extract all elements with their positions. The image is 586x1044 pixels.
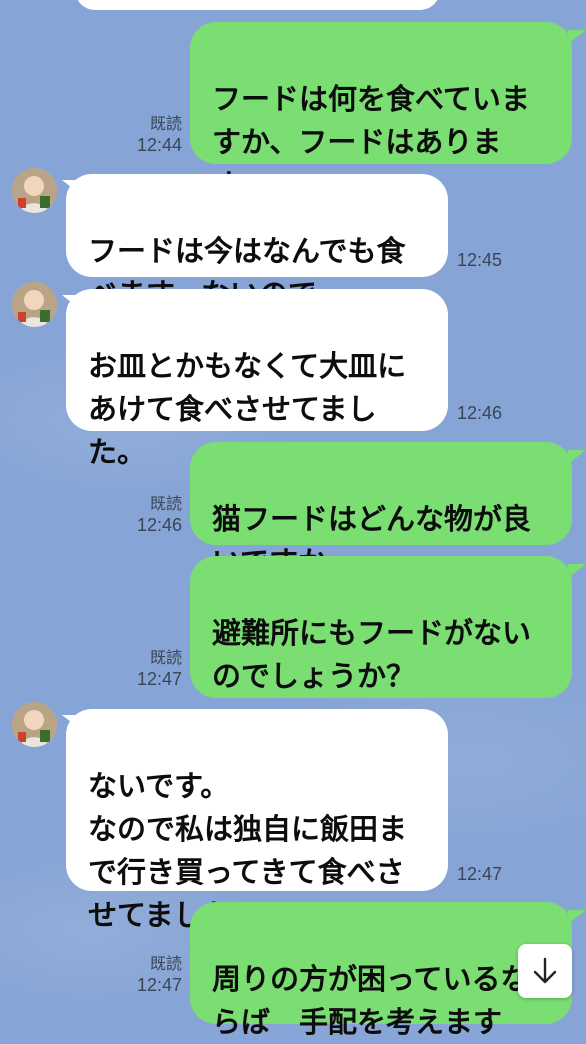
scroll-to-bottom-button[interactable] bbox=[518, 944, 572, 998]
message-time: 12:44 bbox=[136, 135, 182, 155]
outgoing-message[interactable]: 周りの方が困っているな らば 手配を考えます bbox=[190, 902, 572, 1039]
outgoing-message[interactable]: フードは何を食べていま すか、フードはありま す か？お皿は bbox=[190, 22, 572, 245]
contact-avatar[interactable] bbox=[12, 282, 57, 327]
incoming-message[interactable]: お皿とかもなくて大皿に あけて食べさせてまし た。 bbox=[66, 289, 448, 469]
message-meta: 既読 12:47 bbox=[122, 954, 182, 996]
bubble-tail bbox=[568, 450, 586, 464]
avatar-image bbox=[12, 282, 57, 327]
message-meta: 既読 12:46 bbox=[122, 494, 182, 536]
contact-avatar[interactable] bbox=[12, 702, 57, 747]
bubble-tail bbox=[62, 295, 80, 309]
bubble-tail bbox=[62, 715, 80, 729]
bubble-tail bbox=[568, 564, 586, 578]
message-time: 12:47 bbox=[457, 864, 503, 884]
message-time: 12:47 bbox=[136, 669, 182, 689]
message-time: 12:46 bbox=[457, 403, 503, 423]
avatar-image bbox=[12, 702, 57, 747]
message-text: 周りの方が困っているな らば 手配を考えます bbox=[212, 962, 530, 1039]
avatar-image bbox=[12, 168, 57, 213]
bubble-tail bbox=[568, 30, 586, 44]
read-receipt: 既読 bbox=[149, 496, 182, 513]
outgoing-message[interactable]: 避難所にもフードがない のでしょうか？ bbox=[190, 556, 572, 698]
message-meta: 既読 12:44 bbox=[122, 114, 182, 156]
message-time: 12:45 bbox=[457, 250, 503, 270]
message-meta: 既読 12:47 bbox=[122, 648, 182, 690]
outgoing-message[interactable]: 猫フードはどんな物が良 いですか bbox=[190, 442, 572, 579]
read-receipt: 既読 bbox=[149, 116, 182, 133]
arrow-down-icon bbox=[533, 957, 557, 984]
message-time: 12:46 bbox=[136, 515, 182, 535]
bubble-tail bbox=[62, 180, 80, 194]
read-receipt: 既読 bbox=[149, 956, 182, 973]
incoming-message[interactable]: ないです。 なので私は独自に飯田ま で行き買ってきて食べさ せてました。 bbox=[66, 709, 448, 932]
message-text: 避難所にもフードがない のでしょうか？ bbox=[212, 616, 532, 693]
message-time: 12:47 bbox=[136, 975, 182, 995]
incoming-message[interactable]: フードは今はなんでも食 べます。ないので bbox=[66, 174, 448, 311]
read-receipt: 既読 bbox=[149, 650, 182, 667]
previous-message-bubble bbox=[75, 0, 440, 10]
bubble-tail bbox=[568, 910, 586, 924]
contact-avatar[interactable] bbox=[12, 168, 57, 213]
